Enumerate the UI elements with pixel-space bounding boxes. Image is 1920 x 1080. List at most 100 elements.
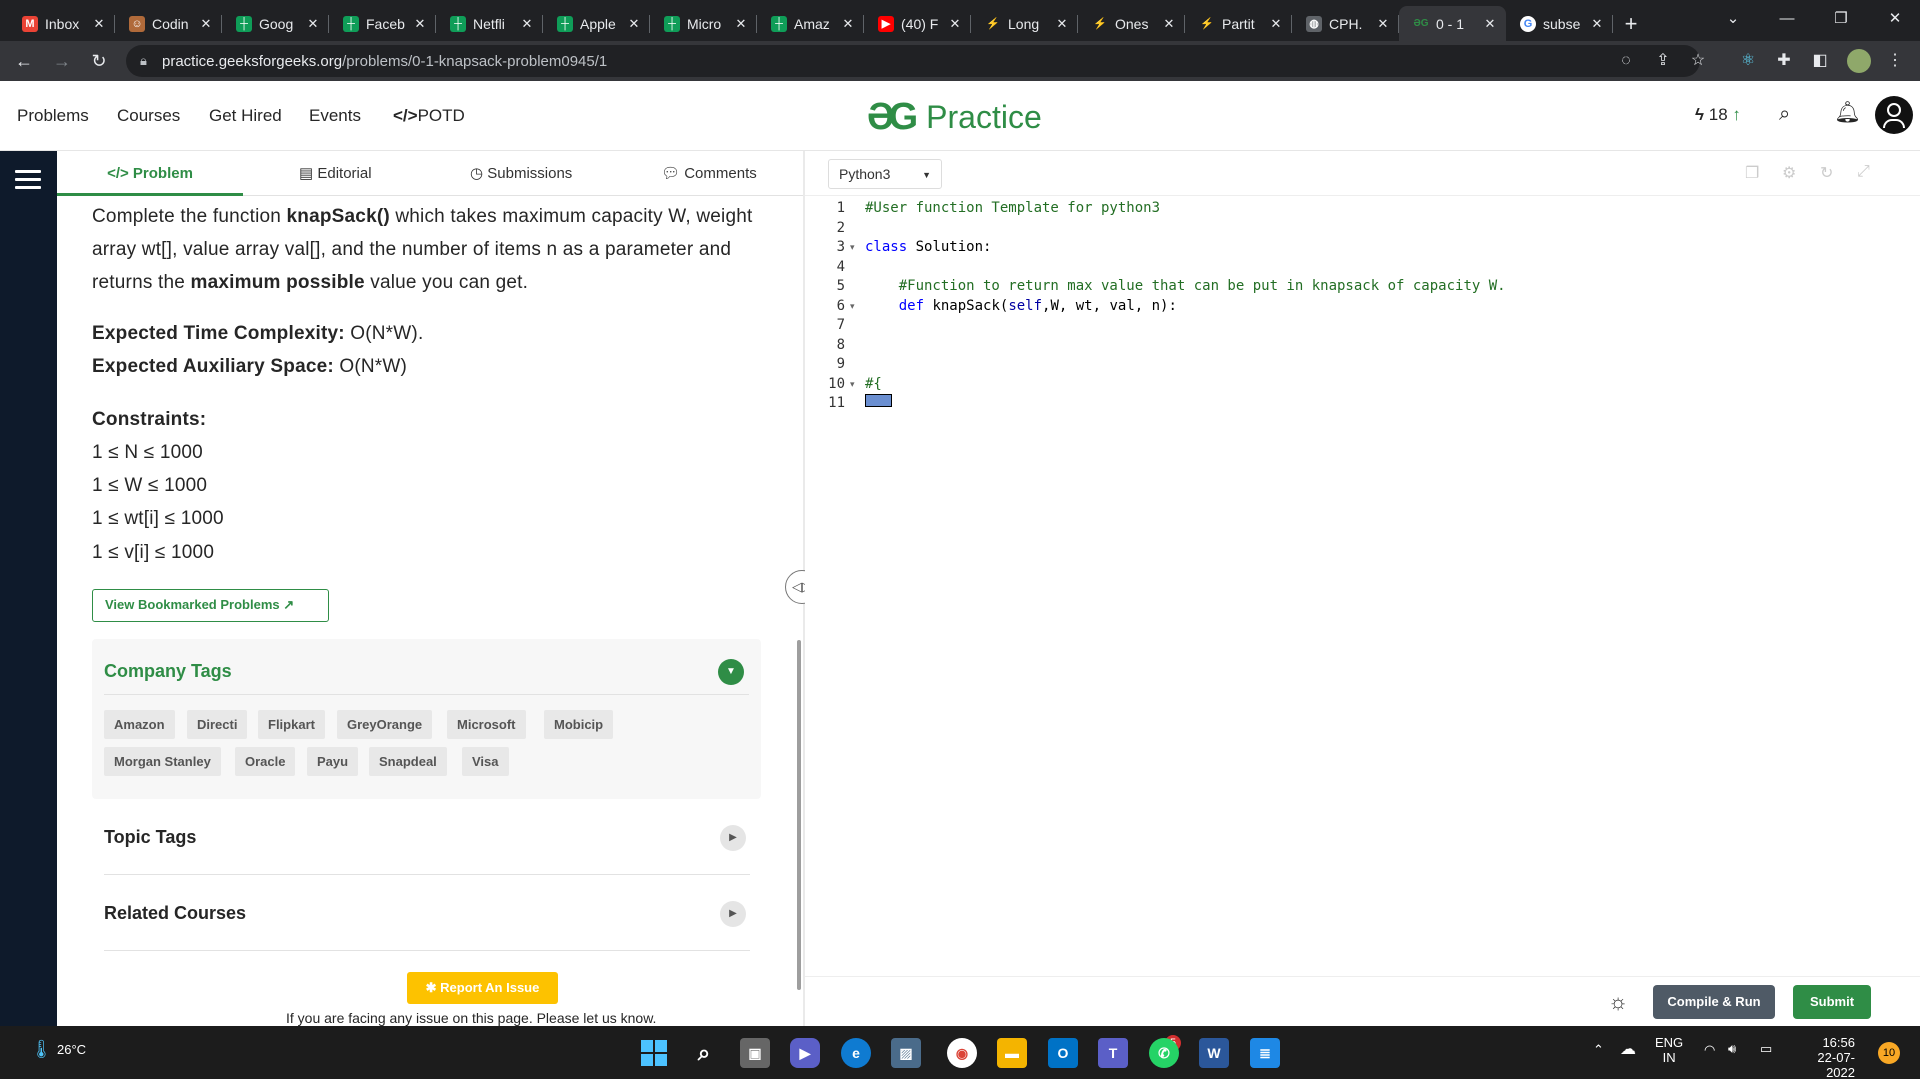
reload-icon[interactable]: ↻: [87, 49, 111, 73]
react-devtools-icon[interactable]: ⚛: [1738, 51, 1758, 71]
company-tag[interactable]: Amazon: [104, 710, 175, 739]
restore-button[interactable]: ❐: [1814, 0, 1868, 36]
company-tag[interactable]: Morgan Stanley: [104, 747, 221, 776]
fold-arrow-icon[interactable]: ▾: [850, 237, 855, 257]
close-icon[interactable]: ✕: [1054, 16, 1070, 32]
eye-off-icon[interactable]: ◌: [1616, 51, 1636, 71]
search-icon[interactable]: ⌕: [689, 1038, 719, 1068]
whatsapp-icon[interactable]: ✆: [1149, 1038, 1179, 1068]
theme-toggle-bulb-icon[interactable]: ☼: [1608, 989, 1628, 1015]
tab-problem[interactable]: </> Problem: [57, 151, 243, 196]
company-tag[interactable]: Microsoft: [447, 710, 526, 739]
windows-start-icon[interactable]: [639, 1038, 669, 1068]
settings-gear-icon[interactable]: ⚙: [1782, 163, 1796, 183]
chevron-down-icon[interactable]: ▼: [718, 659, 744, 685]
browser-tab[interactable]: ☺ Codin ✕: [115, 6, 222, 41]
close-window-button[interactable]: ✕: [1868, 0, 1920, 36]
fold-arrow-icon[interactable]: ▾: [850, 374, 855, 394]
browser-tab[interactable]: M Inbox ✕: [8, 6, 115, 41]
browser-tab[interactable]: Gsubse ✕: [1506, 6, 1613, 41]
reset-icon[interactable]: ↻: [1820, 163, 1833, 183]
teams-icon[interactable]: T: [1098, 1038, 1128, 1068]
streak-counter[interactable]: ϟ 18 ↑: [1695, 105, 1741, 125]
close-icon[interactable]: ✕: [840, 16, 856, 32]
chrome-icon[interactable]: ◉: [947, 1038, 977, 1068]
word-icon[interactable]: W: [1199, 1038, 1229, 1068]
compile-run-button[interactable]: Compile & Run: [1653, 985, 1775, 1019]
close-icon[interactable]: ✕: [1589, 16, 1605, 32]
notification-count-badge[interactable]: 10: [1878, 1042, 1900, 1064]
gfg-practice-logo[interactable]: ƏG Practice: [867, 95, 1042, 139]
close-icon[interactable]: ✕: [1375, 16, 1391, 32]
close-icon[interactable]: ✕: [412, 16, 428, 32]
file-explorer-icon[interactable]: ▬: [997, 1038, 1027, 1068]
company-tag[interactable]: Mobicip: [544, 710, 614, 739]
tab-search-icon[interactable]: ⌄: [1706, 0, 1760, 36]
browser-tab[interactable]: ┼ Micro ✕: [650, 6, 757, 41]
volume-icon[interactable]: 🔊︎: [1728, 1041, 1736, 1057]
close-icon[interactable]: ✕: [519, 16, 535, 32]
scrollbar-thumb[interactable]: [797, 640, 801, 990]
notepad-icon[interactable]: ≣: [1250, 1038, 1280, 1068]
search-icon[interactable]: ⌕: [1779, 103, 1790, 126]
weather-temp[interactable]: 26°C: [57, 1042, 86, 1057]
tab-editorial[interactable]: ▤ Editorial: [299, 151, 372, 196]
company-tag[interactable]: Oracle: [235, 747, 296, 776]
company-tag[interactable]: Snapdeal: [369, 747, 447, 776]
browser-tab[interactable]: ┼ Apple ✕: [543, 6, 650, 41]
menu-kebab-icon[interactable]: ⋮: [1885, 51, 1905, 71]
outlook-icon[interactable]: O: [1048, 1038, 1078, 1068]
close-icon[interactable]: ✕: [1482, 16, 1498, 32]
company-tag[interactable]: Directi: [187, 710, 248, 739]
view-bookmarked-problems-button[interactable]: View Bookmarked Problems ↗: [92, 589, 329, 622]
nav-potd[interactable]: </>POTD: [393, 106, 465, 126]
tab-submissions[interactable]: ◷ Submissions: [470, 151, 572, 196]
browser-tab[interactable]: ⚡ Long ✕: [971, 6, 1078, 41]
chevron-right-icon[interactable]: ▶: [720, 825, 746, 851]
report-issue-button[interactable]: ✱ Report An Issue: [407, 972, 558, 1004]
minimize-button[interactable]: —: [1760, 0, 1814, 36]
close-icon[interactable]: ✕: [91, 16, 107, 32]
onedrive-icon[interactable]: ☁: [1620, 1039, 1636, 1059]
wifi-icon[interactable]: ◠: [1704, 1042, 1715, 1058]
chevron-right-icon[interactable]: ▶: [720, 901, 746, 927]
browser-tab[interactable]: ┼ Faceb ✕: [329, 6, 436, 41]
clock[interactable]: 16:56 22-07-2022: [1795, 1035, 1855, 1080]
nav-events[interactable]: Events: [309, 106, 361, 126]
edge-icon[interactable]: e: [841, 1038, 871, 1068]
battery-icon[interactable]: ▭: [1760, 1041, 1772, 1057]
new-tab-button[interactable]: +: [1613, 6, 1649, 41]
close-icon[interactable]: ✕: [626, 16, 642, 32]
nav-problems[interactable]: Problems: [17, 106, 89, 126]
nav-courses[interactable]: Courses: [117, 106, 180, 126]
photos-icon[interactable]: ▨: [891, 1038, 921, 1068]
extensions-icon[interactable]: ✚: [1774, 51, 1794, 71]
fullscreen-icon[interactable]: ⤢: [1857, 163, 1870, 181]
browser-tab[interactable]: ▶ (40) F ✕: [864, 6, 971, 41]
close-icon[interactable]: ✕: [198, 16, 214, 32]
company-tag[interactable]: GreyOrange: [337, 710, 433, 739]
sidepanel-icon[interactable]: ◧: [1810, 51, 1830, 71]
back-icon[interactable]: ←: [12, 49, 36, 73]
address-bar[interactable]: 🔒︎ practice.geeksforgeeks.org/problems/0…: [126, 45, 1705, 77]
copy-icon[interactable]: ❐: [1745, 163, 1759, 183]
browser-tab[interactable]: ⚡ Ones ✕: [1078, 6, 1185, 41]
close-icon[interactable]: ✕: [947, 16, 963, 32]
related-courses-accordion[interactable]: Related Courses ▶: [104, 875, 750, 951]
nav-get-hired[interactable]: Get Hired: [209, 106, 282, 126]
browser-tab[interactable]: ⚡ Partit ✕: [1185, 6, 1292, 41]
company-tag[interactable]: Payu: [307, 747, 359, 776]
bookmark-star-icon[interactable]: ☆: [1688, 51, 1708, 71]
forward-icon[interactable]: →: [50, 49, 74, 73]
browser-tab[interactable]: ┼ Goog ✕: [222, 6, 329, 41]
company-tag[interactable]: Visa: [462, 747, 509, 776]
tray-overflow-icon[interactable]: ⌃: [1593, 1042, 1604, 1058]
close-icon[interactable]: ✕: [1161, 16, 1177, 32]
code-editor[interactable]: #User function Template for python3 class…: [860, 196, 1920, 976]
browser-tab[interactable]: ┼ Amaz ✕: [757, 6, 864, 41]
teams-chat-icon[interactable]: ▶: [790, 1038, 820, 1068]
profile-avatar[interactable]: [1847, 49, 1871, 73]
close-icon[interactable]: ✕: [1268, 16, 1284, 32]
browser-tab[interactable]: ◍ CPH. ✕: [1292, 6, 1399, 41]
browser-tab[interactable]: ┼ Netfli ✕: [436, 6, 543, 41]
